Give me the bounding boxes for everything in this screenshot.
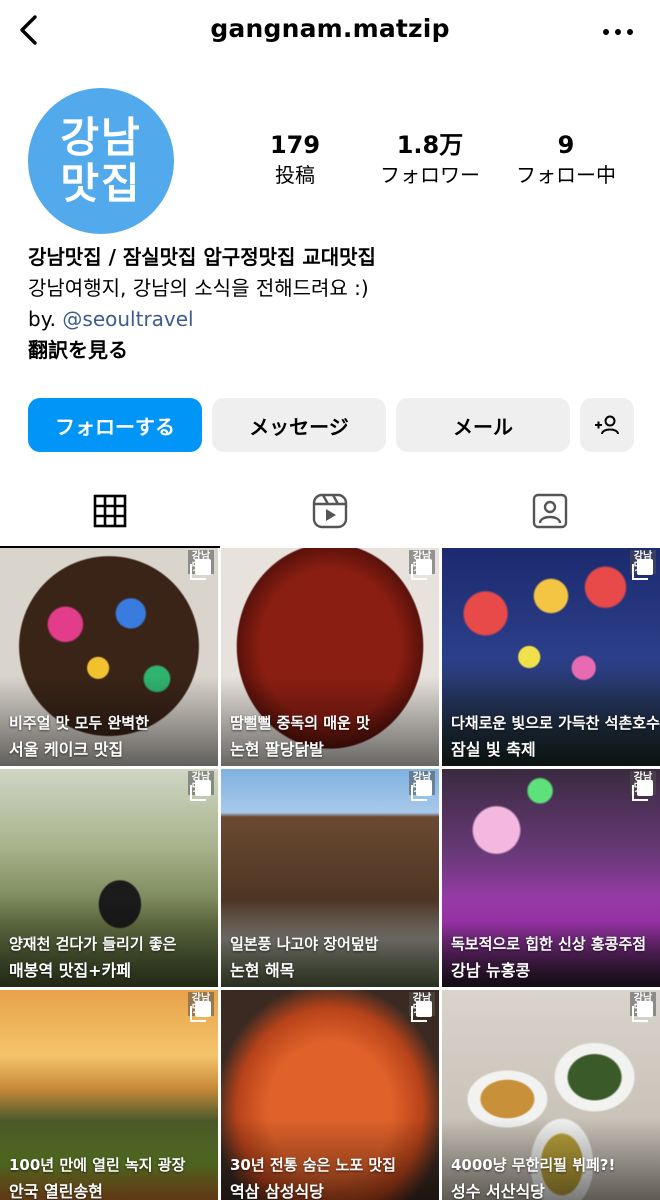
tab-posts-grid[interactable] [0,474,220,548]
post-caption-line1: 양재천 걷다가 들리기 좋은 [9,935,177,953]
post-caption-line2: 잠실 빛 축제 [451,740,536,759]
post-tile[interactable]: 강남맛집 땀뻘뻘 중독의 매운 맛 논현 팔당닭발 [221,548,439,766]
stat-posts-value: 179 [269,131,321,159]
multiple-photos-icon [411,780,432,801]
post-caption-line2: 매봉역 맛집+카페 [9,961,132,980]
add-person-icon [595,415,619,435]
avatar-text-line2: 맛집 [60,159,142,208]
stat-following[interactable]: 9 フォロー中 [506,130,626,190]
post-caption-line1: 4000냥 무한리필 뷔페?! [451,1156,616,1174]
post-caption-line1: 비주얼 맛 모두 완벽한 [9,714,149,732]
post-caption-line1: 100년 만에 열린 녹지 광장 [9,1156,186,1174]
mail-button[interactable]: メール [396,398,570,452]
post-caption-line1: 30년 전통 숨은 노포 맛집 [230,1156,396,1174]
top-bar: gangnam.matzip [0,0,660,64]
stat-posts-label: 投稿 [275,163,315,187]
multiple-photos-icon [411,1001,432,1022]
post-caption-line2: 논현 팔당닭발 [230,740,324,759]
profile-username: gangnam.matzip [210,14,450,43]
stat-followers-value: 1.8万 [396,131,464,159]
bio-mention-link[interactable]: @seoultravel [62,307,193,331]
multiple-photos-icon [632,559,653,580]
post-tile[interactable]: 강남맛집 4000냥 무한리필 뷔페?! 성수 서산식당 [442,990,660,1200]
profile-bio: 강남맛집 / 잠실맛집 압구정맛집 교대맛집 강남여행지, 강남의 소식을 전해… [28,242,638,366]
posts-grid: 강남맛집 비주얼 맛 모두 완벽한 서울 케이크 맛집 강남맛집 땀뻘뻘 중독의… [0,548,660,1200]
bio-by-line: by. @seoultravel [28,304,638,335]
multiple-photos-icon [411,559,432,580]
stat-following-value: 9 [557,131,575,159]
profile-avatar[interactable]: 강남 맛집 [28,88,174,234]
post-caption-line1: 일본풍 나고야 장어덮밥 [230,935,379,953]
bio-by-prefix: by. [28,307,57,331]
stat-following-label: フォロー中 [516,163,616,187]
post-caption-line2: 논현 해목 [230,961,295,980]
post-tile[interactable]: 강남맛집 양재천 걷다가 들리기 좋은 매봉역 맛집+카페 [0,769,218,987]
post-caption-line2: 안국 열린송현 [9,1182,103,1200]
post-caption-line1: 땀뻘뻘 중독의 매운 맛 [230,714,370,732]
post-caption-line1: 다채로운 빛으로 가득찬 석촌호수 [451,714,660,732]
more-options-icon[interactable] [598,12,638,52]
post-tile[interactable]: 강남맛집 30년 전통 숨은 노포 맛집 역삼 삼성식당 [221,990,439,1200]
post-caption-line2: 강남 뉴홍콩 [451,961,531,980]
post-caption-line1: 독보적으로 힙한 신상 홍콩주점 [451,935,647,953]
tab-tagged[interactable] [440,474,660,548]
post-caption-line2: 역삼 삼성식당 [230,1182,324,1200]
stat-followers-label: フォロワー [380,163,480,187]
multiple-photos-icon [632,1001,653,1022]
profile-display-name: 강남맛집 / 잠실맛집 압구정맛집 교대맛집 [28,245,376,269]
stat-followers[interactable]: 1.8万 フォロワー [368,130,492,190]
reels-icon [312,493,348,529]
multiple-photos-icon [190,559,211,580]
bio-text: 강남여행지, 강남의 소식을 전해드려요 :) [28,276,369,300]
grid-icon [93,494,127,528]
multiple-photos-icon [190,1001,211,1022]
tab-reels[interactable] [220,474,440,548]
multiple-photos-icon [190,780,211,801]
post-tile[interactable]: 강남맛집 100년 만에 열린 녹지 광장 안국 열린송현 [0,990,218,1200]
tagged-person-icon [532,493,568,529]
post-tile[interactable]: 강남맛집 일본풍 나고야 장어덮밥 논현 해목 [221,769,439,987]
translate-link[interactable]: 翻訳を見る [28,335,638,366]
profile-tabs [0,474,660,548]
suggested-people-button[interactable] [580,398,634,452]
stat-posts[interactable]: 179 投稿 [250,130,340,190]
post-caption-line2: 성수 서산식당 [451,1182,545,1200]
follow-button[interactable]: フォローする [28,398,202,452]
post-tile[interactable]: 강남맛집 비주얼 맛 모두 완벽한 서울 케이크 맛집 [0,548,218,766]
message-button[interactable]: メッセージ [212,398,386,452]
post-tile[interactable]: 강남맛집 독보적으로 힙한 신상 홍콩주점 강남 뉴홍콩 [442,769,660,987]
avatar-text-line1: 강남 [60,113,142,162]
post-tile[interactable]: 강남맛집 다채로운 빛으로 가득찬 석촌호수 잠실 빛 축제 [442,548,660,766]
post-caption-line2: 서울 케이크 맛집 [9,740,124,759]
multiple-photos-icon [632,780,653,801]
